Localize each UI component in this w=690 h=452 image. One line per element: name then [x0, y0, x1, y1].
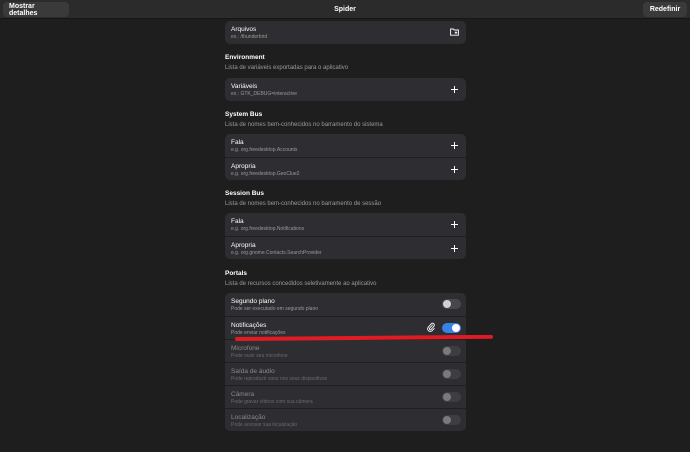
system-bus-row-own: Apropria e.g. org.freedesktop.GeoClue2	[225, 157, 466, 180]
session-bus-row-own: Apropria e.g. org.gnome.Contacts.SearchP…	[225, 236, 466, 259]
session-own-title: Apropria	[231, 242, 256, 249]
session-own-subtitle: e.g. org.gnome.Contacts.SearchProvider	[231, 250, 322, 256]
environment-section-description: Lista de variáveis exportadas para o apl…	[225, 65, 349, 71]
microphone-subtitle: Pode ouvir seu microfone	[231, 353, 288, 359]
session-bus-card: Fala e.g. org.freedesktop.Notifications …	[225, 213, 466, 259]
system-bus-card-wrap: Fala e.g. org.freedesktop.Accounts Aprop…	[225, 134, 466, 180]
audio-output-title: Saída de áudio	[231, 368, 275, 375]
portal-row-microphone: Microfone Pode ouvir seu microfone	[225, 339, 466, 362]
system-own-subtitle: e.g. org.freedesktop.GeoClue2	[231, 171, 300, 177]
system-talk-title: Fala	[231, 139, 244, 146]
location-subtitle: Pode acessar sua localização	[231, 422, 298, 428]
system-bus-row-talk: Fala e.g. org.freedesktop.Accounts	[225, 134, 466, 157]
portal-row-audio-output: Saída de áudio Pode reproduzir sons nos …	[225, 362, 466, 385]
session-bus-section-title: Session Bus	[225, 190, 265, 197]
microphone-toggle[interactable]	[442, 346, 461, 356]
files-card-wrap: Arquivos ex.: /thunderbird	[225, 21, 466, 44]
camera-title: Câmera	[231, 391, 255, 398]
location-title: Localização	[231, 414, 266, 421]
camera-subtitle: Pode gravar vídeos com sua câmera	[231, 399, 313, 405]
audio-output-toggle[interactable]	[442, 369, 461, 379]
portal-row-camera: Câmera Pode gravar vídeos com sua câmera	[225, 385, 466, 408]
system-own-title: Apropria	[231, 163, 256, 170]
files-card: Arquivos ex.: /thunderbird	[225, 21, 466, 44]
window-title: Spider	[334, 6, 356, 13]
header-bar: Mostrar detalhes Spider Redefinir	[0, 0, 690, 19]
environment-section-title: Environment	[225, 54, 265, 61]
plus-icon[interactable]	[448, 163, 460, 175]
environment-card: Variáveis ex.: GTK_DEBUG=interactive	[225, 78, 466, 101]
session-bus-card-wrap: Fala e.g. org.freedesktop.Notifications …	[225, 213, 466, 259]
portals-section-description: Lista de recursos concedidos seletivamen…	[225, 281, 377, 287]
location-toggle[interactable]	[442, 415, 461, 425]
red-annotation-stroke	[235, 335, 493, 341]
files-row-subtitle: ex.: /thunderbird	[231, 34, 268, 40]
system-bus-card: Fala e.g. org.freedesktop.Accounts Aprop…	[225, 134, 466, 180]
system-bus-section-description: Lista de nomes bem-conhecidos no barrame…	[225, 122, 383, 128]
notifications-title: Notificações	[231, 322, 267, 329]
reset-button[interactable]: Redefinir	[643, 2, 687, 17]
session-bus-row-talk: Fala e.g. org.freedesktop.Notifications	[225, 213, 466, 236]
portal-row-location: Localização Pode acessar sua localização	[225, 408, 466, 431]
folder-add-icon[interactable]	[448, 26, 460, 38]
plus-icon[interactable]	[448, 83, 460, 95]
plus-icon[interactable]	[448, 218, 460, 230]
session-talk-title: Fala	[231, 218, 244, 225]
show-details-button[interactable]: Mostrar detalhes	[3, 2, 69, 17]
background-title: Segundo plano	[231, 298, 275, 305]
variables-row-title: Variáveis	[231, 83, 258, 90]
notifications-toggle[interactable]	[442, 323, 461, 333]
environment-card-wrap: Variáveis ex.: GTK_DEBUG=interactive	[225, 78, 466, 101]
files-row: Arquivos ex.: /thunderbird	[225, 21, 466, 44]
environment-row-variables: Variáveis ex.: GTK_DEBUG=interactive	[225, 78, 466, 101]
plus-icon[interactable]	[448, 139, 460, 151]
background-subtitle: Pode ser executado em segundo plano	[231, 306, 319, 312]
background-toggle[interactable]	[442, 299, 461, 309]
camera-toggle[interactable]	[442, 392, 461, 402]
files-row-title: Arquivos	[231, 26, 257, 33]
app-window: Mostrar detalhes Spider Redefinir Arquiv…	[0, 0, 690, 452]
variables-row-subtitle: ex.: GTK_DEBUG=interactive	[231, 91, 297, 97]
session-talk-subtitle: e.g. org.freedesktop.Notifications	[231, 226, 305, 232]
portal-row-background: Segundo plano Pode ser executado em segu…	[225, 293, 466, 316]
portals-section-title: Portals	[225, 270, 248, 277]
portals-card-wrap: Segundo plano Pode ser executado em segu…	[225, 293, 466, 431]
plus-icon[interactable]	[448, 242, 460, 254]
portals-card: Segundo plano Pode ser executado em segu…	[225, 293, 466, 431]
microphone-title: Microfone	[231, 345, 260, 352]
session-bus-section-description: Lista de nomes bem-conhecidos no barrame…	[225, 201, 382, 207]
system-talk-subtitle: e.g. org.freedesktop.Accounts	[231, 147, 298, 153]
paperclip-icon	[427, 322, 435, 332]
system-bus-section-title: System Bus	[225, 111, 263, 118]
audio-output-subtitle: Pode reproduzir sons nos seus dispositiv…	[231, 376, 328, 382]
